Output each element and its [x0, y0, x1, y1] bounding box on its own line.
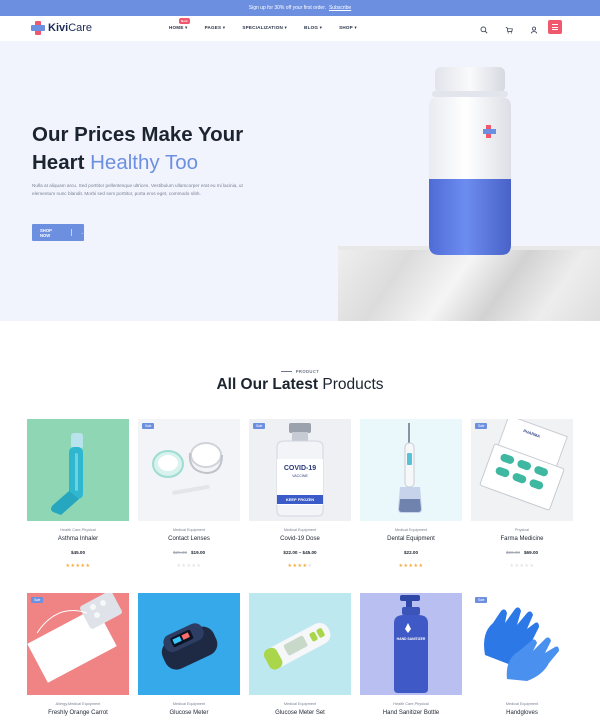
sale-badge: Sale — [31, 597, 44, 603]
shop-now-button[interactable]: SHOP NOW → — [32, 224, 84, 241]
nav-item-specialization[interactable]: SPECIALIZATION ▾ — [242, 25, 287, 31]
vial-label-band: KEEP FROZEN — [285, 497, 315, 502]
product-category: Medical Equipment — [283, 702, 317, 706]
promo-bar: Sign up for 30% off your first order. Su… — [0, 0, 600, 16]
rating-stars: ★★★★★ — [398, 563, 424, 569]
hero-banner: Our Prices Make Your Heart Healthy Too N… — [0, 41, 600, 321]
product-name[interactable]: Covid-19 Dose — [249, 536, 351, 542]
hero-description: Nulla at aliquam arcu. Sed porttitor pel… — [32, 183, 243, 196]
rating-stars: ★★★★★ — [65, 563, 91, 569]
nav-menu: HOME ▾ New PAGES ▾ SPECIALIZATION ▾ BLOG… — [169, 18, 357, 31]
product-image[interactable]: Sale — [27, 593, 129, 695]
subscribe-link[interactable]: Subscribe — [329, 5, 351, 11]
product-name[interactable]: Dental Equipment — [360, 536, 462, 542]
product-image[interactable]: Sale — [138, 419, 240, 521]
water-flosser-image — [398, 423, 422, 513]
inhaler-image — [51, 433, 83, 515]
product-image[interactable] — [360, 419, 462, 521]
rating-stars: ★★★★★ — [176, 563, 202, 569]
rating-stars: ★★★★★ — [509, 563, 535, 569]
nav-item-blog[interactable]: BLOG ▾ — [304, 25, 322, 31]
product-name[interactable]: Glucose Meter — [138, 710, 240, 716]
product-price: $45.00 — [70, 550, 86, 555]
product-category: Health Care,Physical — [393, 702, 429, 706]
nav-item-shop[interactable]: SHOP ▾ — [339, 25, 357, 31]
product-image[interactable] — [249, 593, 351, 695]
medicine-box-image — [27, 593, 122, 683]
product-category: Medical Equipment — [394, 528, 428, 532]
pill-bottle-image — [429, 67, 511, 255]
product-image[interactable]: HAND SANITIZER — [360, 593, 462, 695]
nav-item-pages[interactable]: PAGES ▾ — [205, 25, 226, 31]
product-image[interactable]: COVID-19 VACCINE KEEP FROZEN Sale — [249, 419, 351, 521]
product-price: $22.00 – $45.00 — [283, 550, 317, 555]
product-category: Health Care,Physical — [60, 528, 96, 532]
bottle-label: HAND SANITIZER — [396, 637, 426, 641]
brand-logo[interactable]: KiviCare — [30, 20, 92, 36]
product-category: Medical Equipment — [283, 528, 317, 532]
product-price: $22.00 — [403, 550, 419, 555]
new-badge: New — [179, 18, 190, 24]
product-image[interactable]: Sale — [471, 593, 573, 695]
contact-lens-case-image — [152, 442, 223, 495]
product-name[interactable]: Hand Sanitizer Bottle — [360, 710, 462, 716]
sanitizer-bottle-image — [394, 595, 428, 693]
product-category: Medical Equipment — [505, 702, 539, 706]
vial-label-subtitle: VACCINE — [292, 474, 308, 478]
gloves-image — [484, 607, 559, 681]
marble-pedestal-image — [338, 246, 600, 321]
sale-badge: Sale — [475, 597, 488, 603]
pulse-oximeter-image — [161, 623, 218, 670]
product-image[interactable] — [138, 593, 240, 695]
product-price: $26.00 $19.00 — [172, 550, 206, 555]
section-eyebrow: PRODUCT — [0, 369, 600, 374]
vial-label-title: COVID-19 — [283, 465, 317, 472]
product-name[interactable]: Contact Lenses — [138, 536, 240, 542]
product-category: Medical Equipment — [172, 528, 206, 532]
product-price: $69.00 $69.00 — [505, 550, 539, 555]
product-category: Allergy,Medical Equipment — [55, 702, 101, 706]
product-name[interactable]: Glucose Meter Set — [249, 710, 351, 716]
sale-badge: Sale — [475, 423, 488, 429]
search-icon[interactable] — [479, 25, 488, 34]
sale-badge: Sale — [142, 423, 155, 429]
cart-icon[interactable] — [504, 25, 513, 34]
product-name[interactable]: Handgloves — [471, 710, 573, 716]
logo-cross-icon — [30, 20, 46, 36]
rating-stars: ★★★★★ — [287, 563, 313, 569]
product-name[interactable]: Freshly Orange Carrot — [27, 710, 129, 716]
sale-badge: Sale — [253, 423, 266, 429]
pharma-box-image — [479, 419, 568, 511]
product-name[interactable]: Farma Medicine — [471, 536, 573, 542]
product-name[interactable]: Asthma Inhaler — [27, 536, 129, 542]
product-category: Physical — [514, 528, 530, 532]
product-image[interactable] — [27, 419, 129, 521]
brand-name: KiviCare — [48, 22, 93, 34]
main-navigation: KiviCare HOME ▾ New PAGES ▾ SPECIALIZATI… — [0, 16, 600, 41]
user-icon[interactable] — [529, 25, 538, 34]
hamburger-menu-button[interactable] — [548, 20, 562, 34]
arrow-right-icon: → — [79, 230, 84, 235]
nav-actions — [479, 25, 538, 34]
product-category: Medical Equipment — [172, 702, 206, 706]
section-title: All Our Latest Products — [216, 376, 384, 393]
nav-item-home[interactable]: HOME ▾ New — [169, 18, 190, 31]
hero-title: Our Prices Make Your Heart Healthy Too — [32, 123, 244, 174]
thermometer-image — [263, 622, 331, 670]
promo-text: Sign up for 30% off your first order. — [248, 5, 326, 11]
product-image[interactable]: PHARMA Sale — [471, 419, 573, 521]
